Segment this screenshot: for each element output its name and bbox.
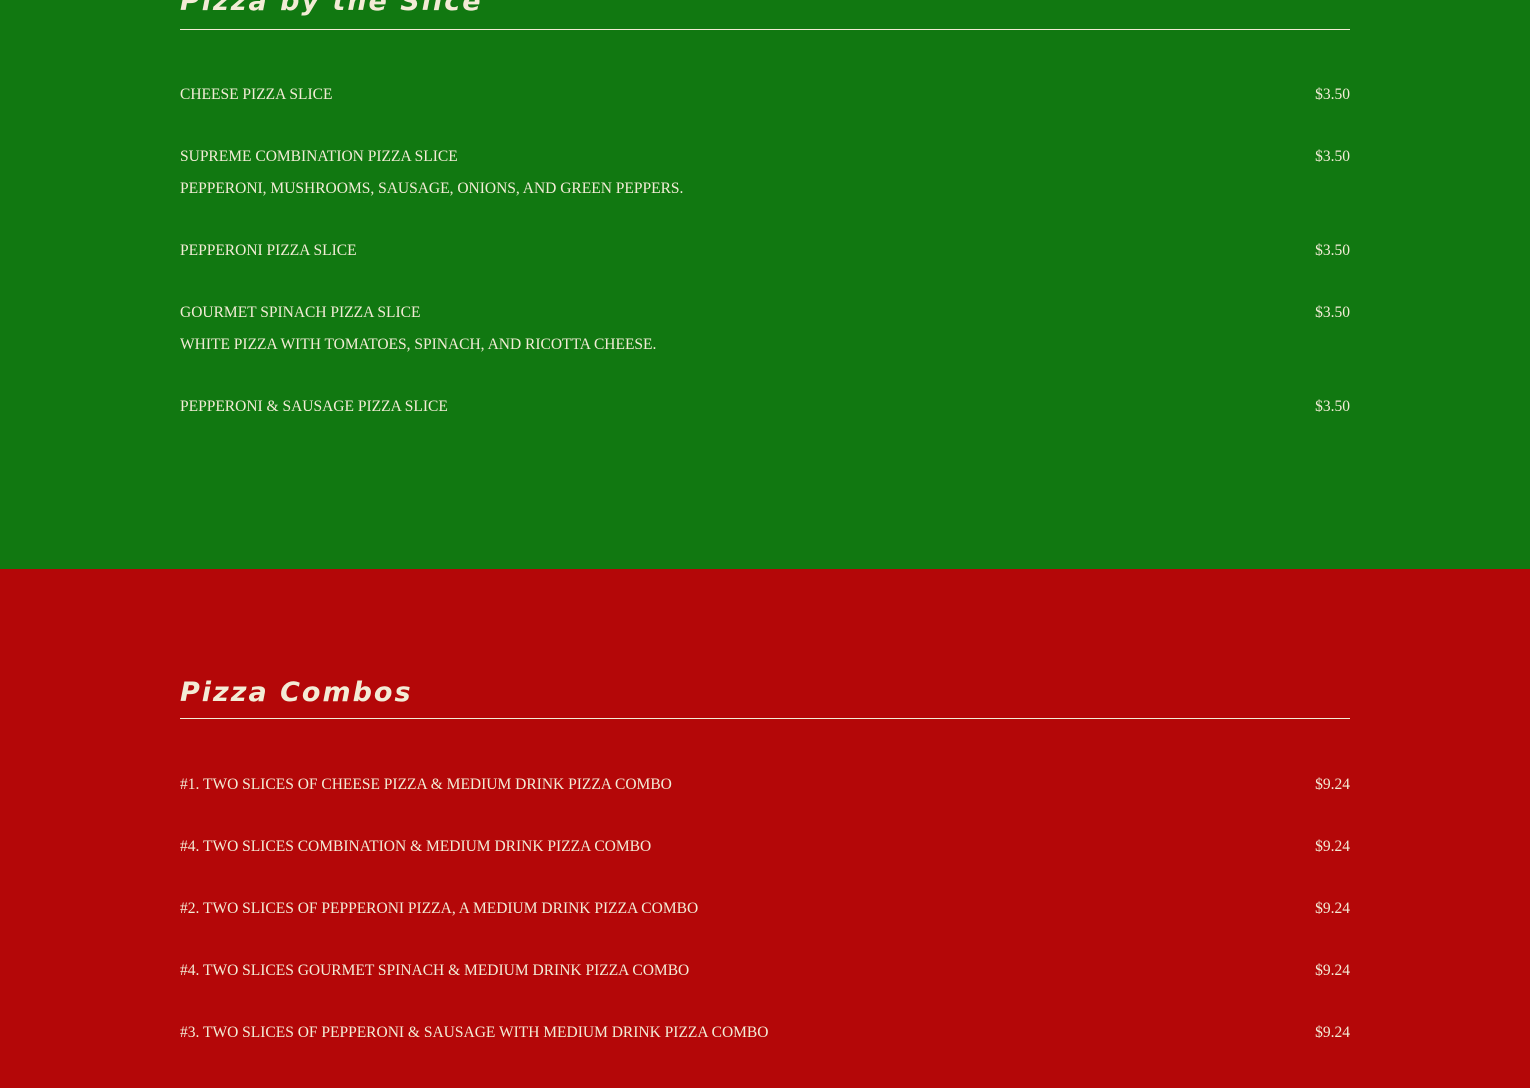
slice-section-title: Pizza by the Slice <box>180 0 483 17</box>
menu-item-name: GOURMET SPINACH PIZZA SLICE <box>180 304 421 321</box>
menu-item-name: #3. TWO SLICES OF PEPPERONI & SAUSAGE WI… <box>180 1024 769 1041</box>
menu-item-name: #2. TWO SLICES OF PEPPERONI PIZZA, A MED… <box>180 900 699 917</box>
combo-section-divider <box>180 718 1350 719</box>
menu-item-price: $3.50 <box>1315 398 1350 415</box>
menu-item-price: $3.50 <box>1315 148 1350 165</box>
menu-item-name: CHEESE PIZZA SLICE <box>180 86 333 103</box>
slice-section: Pizza by the Slice CHEESE PIZZA SLICE $3… <box>0 0 1530 569</box>
menu-item-price: $3.50 <box>1315 242 1350 259</box>
menu-item-price: $9.24 <box>1315 1024 1350 1041</box>
menu-item-price: $9.24 <box>1315 900 1350 917</box>
menu-item-name: #4. TWO SLICES COMBINATION & MEDIUM DRIN… <box>180 838 652 855</box>
menu-item-price: $9.24 <box>1315 838 1350 855</box>
menu-item-name: PEPPERONI & SAUSAGE PIZZA SLICE <box>180 398 448 415</box>
combo-section-title: Pizza Combos <box>180 677 413 708</box>
menu-item-price: $3.50 <box>1315 86 1350 103</box>
slice-section-divider <box>180 29 1350 30</box>
menu-item-price: $9.24 <box>1315 962 1350 979</box>
menu-item-name: #4. TWO SLICES GOURMET SPINACH & MEDIUM … <box>180 962 690 979</box>
menu-item-price: $3.50 <box>1315 304 1350 321</box>
combo-section: Pizza Combos #1. TWO SLICES OF CHEESE PI… <box>0 569 1530 1088</box>
menu-item-name: PEPPERONI PIZZA SLICE <box>180 242 357 259</box>
menu-item-description: WHITE PIZZA WITH TOMATOES, SPINACH, AND … <box>180 336 657 353</box>
menu-item-name: SUPREME COMBINATION PIZZA SLICE <box>180 148 458 165</box>
menu-item-description: PEPPERONI, MUSHROOMS, SAUSAGE, ONIONS, A… <box>180 180 684 197</box>
menu-item-name: #1. TWO SLICES OF CHEESE PIZZA & MEDIUM … <box>180 776 672 793</box>
menu-item-price: $9.24 <box>1315 776 1350 793</box>
